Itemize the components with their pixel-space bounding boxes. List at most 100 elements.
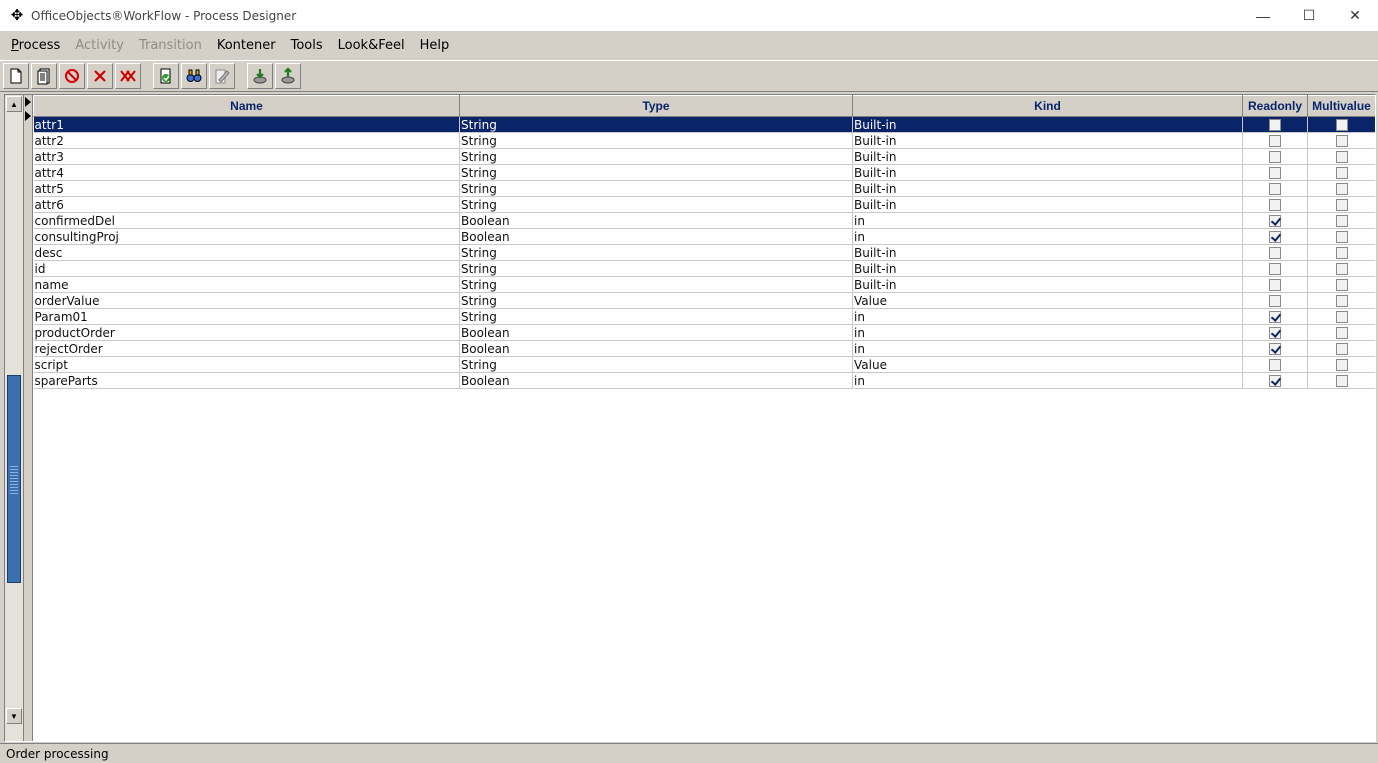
cell-type[interactable]: Boolean xyxy=(459,372,853,389)
cell-kind[interactable]: in xyxy=(852,372,1243,389)
cell-type[interactable]: String xyxy=(459,244,853,261)
table-row[interactable]: consultingProj Boolean in xyxy=(33,228,1375,245)
readonly-checkbox[interactable] xyxy=(1269,135,1281,147)
multivalue-checkbox[interactable] xyxy=(1335,119,1348,131)
delete-button[interactable] xyxy=(87,63,113,89)
cell-kind[interactable]: in xyxy=(852,212,1243,229)
readonly-checkbox[interactable] xyxy=(1269,183,1281,195)
readonly-checkbox[interactable] xyxy=(1269,215,1281,227)
cell-type[interactable]: String xyxy=(459,116,853,133)
column-header-type[interactable]: Type xyxy=(459,95,853,117)
scroll-down-button[interactable]: ▼ xyxy=(6,708,22,724)
multivalue-checkbox[interactable] xyxy=(1335,263,1348,275)
table-row[interactable]: attr1 String Built-in xyxy=(33,116,1375,133)
readonly-checkbox[interactable] xyxy=(1269,263,1281,275)
readonly-checkbox[interactable] xyxy=(1269,327,1281,339)
cell-name[interactable]: attr2 xyxy=(33,132,460,149)
validate-button[interactable] xyxy=(153,63,179,89)
menu-help[interactable]: Help xyxy=(413,36,458,56)
cell-kind[interactable]: Built-in xyxy=(852,116,1243,133)
cell-name[interactable]: confirmedDel xyxy=(33,212,460,229)
cell-type[interactable]: Boolean xyxy=(459,212,853,229)
table-row[interactable]: productOrder Boolean in xyxy=(33,324,1375,341)
column-header-readonly[interactable]: Readonly xyxy=(1242,95,1308,117)
multivalue-checkbox[interactable] xyxy=(1335,199,1348,211)
column-header-name[interactable]: Name xyxy=(33,95,460,117)
multivalue-checkbox[interactable] xyxy=(1335,375,1348,387)
table-row[interactable]: attr5 String Built-in xyxy=(33,180,1375,197)
multivalue-checkbox[interactable] xyxy=(1335,231,1348,243)
cell-name[interactable]: productOrder xyxy=(33,324,460,341)
cell-kind[interactable]: Value xyxy=(852,292,1243,309)
cell-type[interactable]: String xyxy=(459,292,853,309)
table-row[interactable]: id String Built-in xyxy=(33,260,1375,277)
cell-name[interactable]: attr6 xyxy=(33,196,460,213)
column-header-kind[interactable]: Kind xyxy=(852,95,1243,117)
cell-kind[interactable]: in xyxy=(852,308,1243,325)
cell-type[interactable]: Boolean xyxy=(459,324,853,341)
table-row[interactable]: orderValue String Value xyxy=(33,292,1375,309)
multivalue-checkbox[interactable] xyxy=(1335,183,1348,195)
delete-all-button[interactable] xyxy=(115,63,141,89)
cell-type[interactable]: String xyxy=(459,180,853,197)
cell-name[interactable]: attr5 xyxy=(33,180,460,197)
cell-name[interactable]: attr3 xyxy=(33,148,460,165)
multivalue-checkbox[interactable] xyxy=(1335,279,1348,291)
menu-tools[interactable]: Tools xyxy=(284,36,331,56)
multivalue-checkbox[interactable] xyxy=(1335,343,1348,355)
cell-type[interactable]: String xyxy=(459,196,853,213)
menu-process[interactable]: Process xyxy=(4,36,68,56)
cell-name[interactable]: orderValue xyxy=(33,292,460,309)
cell-type[interactable]: Boolean xyxy=(459,228,853,245)
cell-kind[interactable]: in xyxy=(852,228,1243,245)
readonly-checkbox[interactable] xyxy=(1269,119,1281,131)
readonly-checkbox[interactable] xyxy=(1269,295,1281,307)
find-button[interactable] xyxy=(181,63,207,89)
readonly-checkbox[interactable] xyxy=(1269,151,1281,163)
multivalue-checkbox[interactable] xyxy=(1335,167,1348,179)
stop-button[interactable] xyxy=(59,63,85,89)
cell-name[interactable]: id xyxy=(33,260,460,277)
multivalue-checkbox[interactable] xyxy=(1335,247,1348,259)
cell-kind[interactable]: Value xyxy=(852,356,1243,373)
table-row[interactable]: rejectOrder Boolean in xyxy=(33,340,1375,357)
table-row[interactable]: attr3 String Built-in xyxy=(33,148,1375,165)
cell-name[interactable]: name xyxy=(33,276,460,293)
cell-type[interactable]: String xyxy=(459,356,853,373)
menu-transition[interactable]: Transition xyxy=(132,36,210,56)
cell-kind[interactable]: in xyxy=(852,340,1243,357)
cell-name[interactable]: consultingProj xyxy=(33,228,460,245)
cell-type[interactable]: String xyxy=(459,164,853,181)
table-row[interactable]: name String Built-in xyxy=(33,276,1375,293)
cell-name[interactable]: script xyxy=(33,356,460,373)
menu-look-and-feel[interactable]: Look&Feel xyxy=(331,36,413,56)
import-button[interactable] xyxy=(247,63,273,89)
cell-type[interactable]: String xyxy=(459,132,853,149)
cell-name[interactable]: desc xyxy=(33,244,460,261)
cell-name[interactable]: attr1 xyxy=(33,116,460,133)
readonly-checkbox[interactable] xyxy=(1269,375,1281,387)
edit-properties-button[interactable] xyxy=(209,63,235,89)
cell-type[interactable]: String xyxy=(459,260,853,277)
scroll-thumb[interactable] xyxy=(7,375,21,583)
cell-kind[interactable]: Built-in xyxy=(852,196,1243,213)
multivalue-checkbox[interactable] xyxy=(1335,135,1348,147)
multivalue-checkbox[interactable] xyxy=(1335,327,1348,339)
cell-kind[interactable]: in xyxy=(852,324,1243,341)
readonly-checkbox[interactable] xyxy=(1269,279,1281,291)
table-row[interactable]: Param01 String in xyxy=(33,308,1375,325)
readonly-checkbox[interactable] xyxy=(1269,167,1281,179)
open-button[interactable] xyxy=(31,63,57,89)
close-button[interactable]: ✕ xyxy=(1332,0,1378,31)
table-row[interactable]: script String Value xyxy=(33,356,1375,373)
cell-name[interactable]: spareParts xyxy=(33,372,460,389)
table-row[interactable]: attr4 String Built-in xyxy=(33,164,1375,181)
cell-type[interactable]: String xyxy=(459,276,853,293)
cell-name[interactable]: rejectOrder xyxy=(33,340,460,357)
new-button[interactable] xyxy=(3,63,29,89)
cell-type[interactable]: String xyxy=(459,148,853,165)
table-row[interactable]: confirmedDel Boolean in xyxy=(33,212,1375,229)
table-row[interactable]: attr6 String Built-in xyxy=(33,196,1375,213)
menu-activity[interactable]: Activity xyxy=(68,36,132,56)
cell-type[interactable]: Boolean xyxy=(459,340,853,357)
